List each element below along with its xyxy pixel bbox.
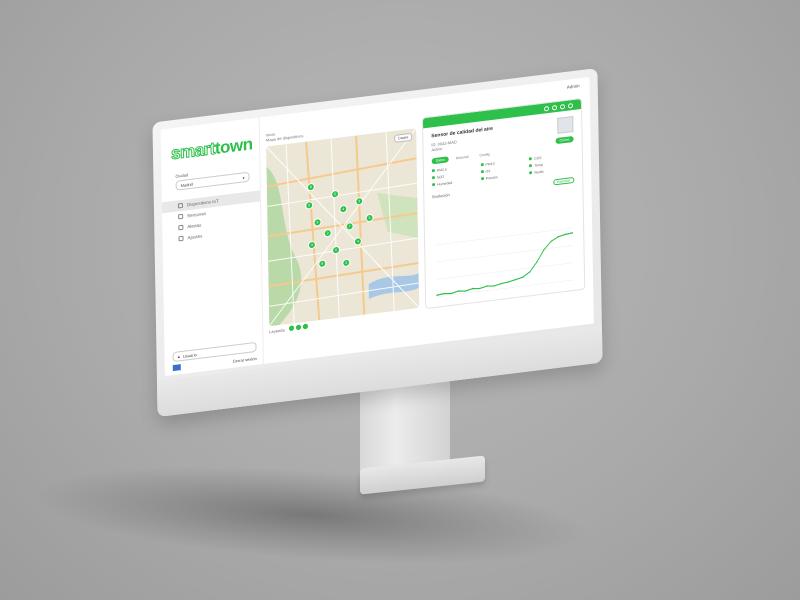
legend-icons[interactable]: ⬤ ⬤ ⬤ bbox=[289, 324, 309, 332]
sidebar-nav: Dispositivos IoT Sensores Alertas Ajuste… bbox=[161, 190, 261, 246]
sensor-icon bbox=[178, 213, 184, 220]
share-icon[interactable] bbox=[551, 104, 558, 111]
chart-gridline bbox=[436, 245, 573, 263]
export-button[interactable]: Exportar bbox=[553, 176, 575, 186]
tab-data[interactable]: Datos bbox=[431, 156, 449, 165]
sidebar-item-label: Sensores bbox=[187, 210, 207, 219]
breadcrumb: Inicio Mapa de dispositivos bbox=[266, 128, 304, 143]
sidebar: smarttown Ciudad Madrid ▾ Dispositivos I… bbox=[160, 117, 264, 377]
refresh-icon[interactable] bbox=[543, 105, 550, 112]
device-icon bbox=[177, 202, 184, 209]
settings-icon[interactable] bbox=[559, 103, 566, 110]
sidebar-item-label: Alertas bbox=[187, 222, 202, 230]
logo[interactable]: smarttown bbox=[170, 134, 259, 165]
city-select-value: Madrid bbox=[180, 181, 193, 188]
logo-smart: smart bbox=[170, 138, 216, 164]
chart-title: Evolución bbox=[432, 192, 450, 200]
monitor: smarttown Ciudad Madrid ▾ Dispositivos I… bbox=[152, 68, 603, 417]
sidebar-item-label: Ajustes bbox=[187, 233, 203, 241]
user-field-value: Usuario bbox=[182, 351, 197, 359]
alert-icon bbox=[178, 224, 184, 231]
logout-link[interactable]: Cerrar sesión bbox=[233, 355, 257, 363]
chart-gridline bbox=[436, 262, 573, 280]
app: smarttown Ciudad Madrid ▾ Dispositivos I… bbox=[160, 77, 594, 377]
gear-icon bbox=[178, 235, 184, 242]
device-thumbnail bbox=[557, 116, 574, 134]
logo-town: town bbox=[214, 134, 253, 158]
city-map[interactable]: 8 5 3 6 4 9 2 7 5 3 6 4 8 2 Capas bbox=[266, 128, 420, 327]
screen: smarttown Ciudad Madrid ▾ Dispositivos I… bbox=[160, 76, 594, 377]
legend-label: Leyenda bbox=[269, 326, 285, 334]
sensor-line-chart bbox=[433, 224, 576, 301]
chart-gridline bbox=[435, 227, 573, 246]
close-icon[interactable] bbox=[567, 102, 574, 109]
map-streets bbox=[266, 128, 420, 327]
device-detail-panel: Sensor de calidad del aire ID: 0042-MAD … bbox=[421, 97, 586, 310]
main-content: Admin Inicio Mapa de dispositivos 8 5 3 … bbox=[260, 77, 594, 364]
tab-config[interactable]: Config bbox=[475, 151, 493, 159]
user-menu[interactable]: Admin bbox=[567, 83, 580, 90]
language-flag-icon[interactable] bbox=[172, 364, 181, 372]
sidebar-footer: ● Usuario Cerrar sesión bbox=[172, 341, 257, 372]
tab-history[interactable]: Historial bbox=[452, 153, 473, 162]
chevron-down-icon: ▾ bbox=[242, 174, 245, 181]
floor-shadow bbox=[27, 450, 593, 580]
user-icon: ● bbox=[177, 353, 181, 360]
line-chart-svg bbox=[435, 227, 574, 297]
